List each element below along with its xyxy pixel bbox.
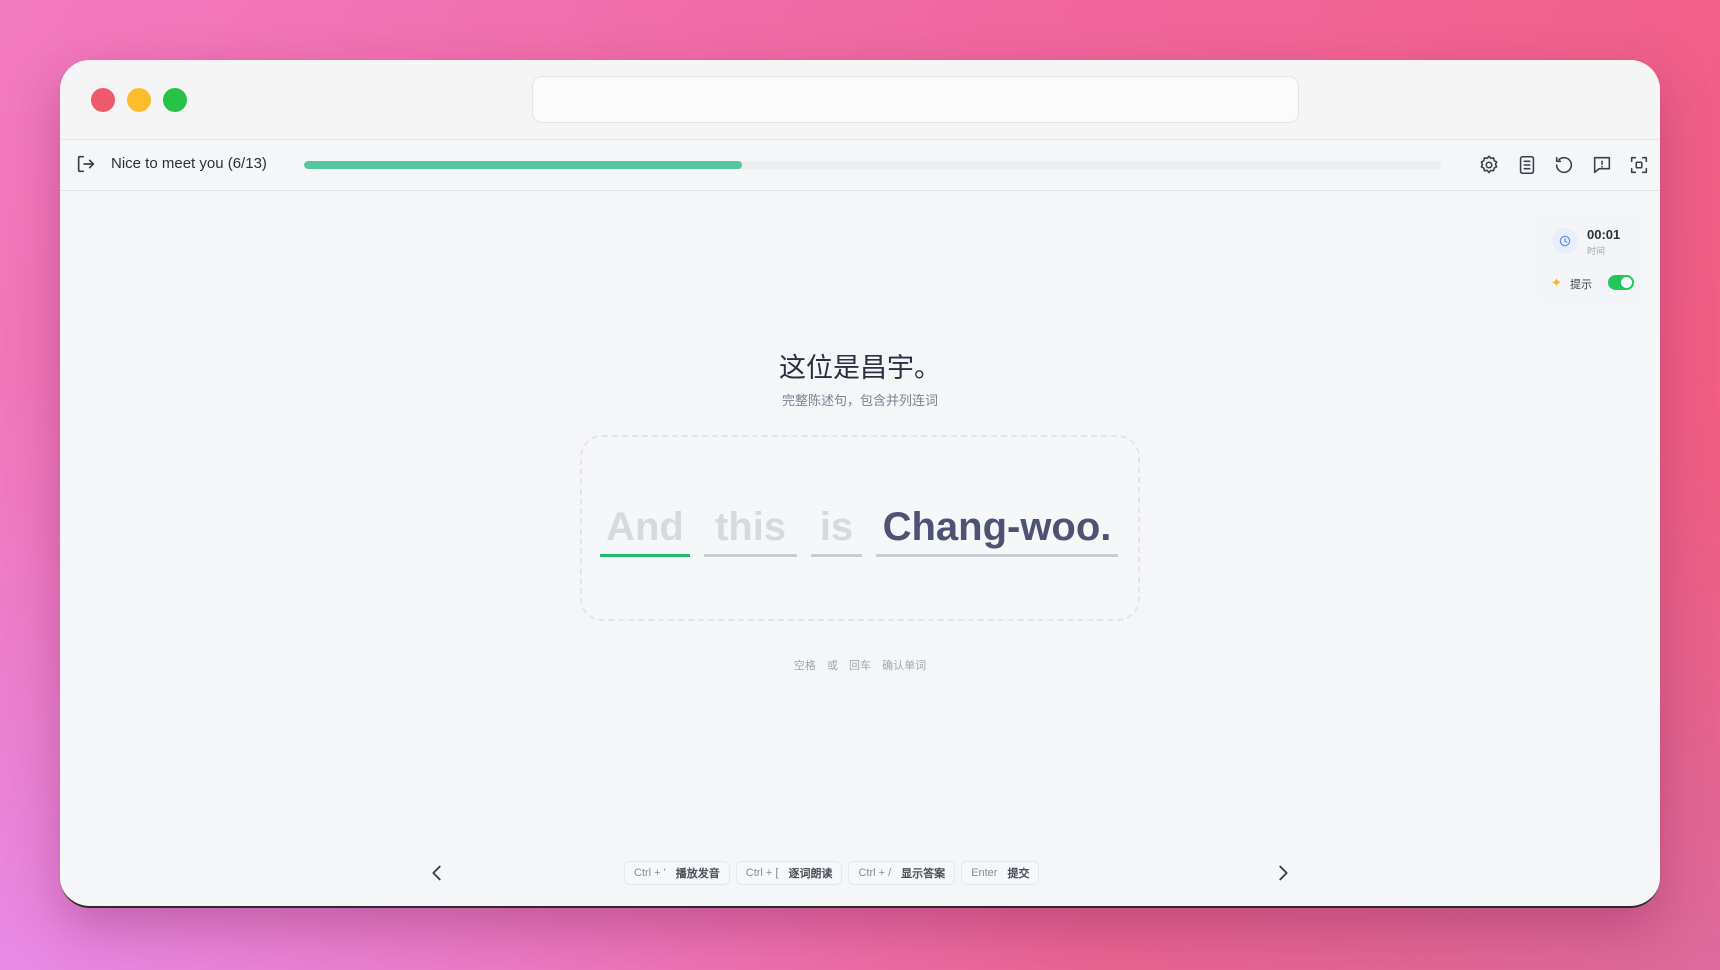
word-slot[interactable]: Chang-woo. [876, 505, 1118, 557]
fullscreen-icon[interactable] [1628, 154, 1650, 176]
sparkle-icon: ✦ [1551, 275, 1562, 290]
shortcut-action: 显示答案 [901, 868, 946, 880]
lesson-progress-bar [304, 161, 1441, 169]
shortcut-action: 提交 [1007, 868, 1030, 880]
reset-icon[interactable] [1553, 154, 1575, 176]
hint-label: 提示 [1570, 279, 1592, 291]
hint-toggle[interactable] [1608, 275, 1634, 290]
shortcut-key: Enter [971, 867, 998, 879]
shortcut-read-words[interactable]: Ctrl + [ 逐词朗读 [735, 861, 843, 885]
hint-toggle-knob [1621, 277, 1632, 288]
lesson-title: Nice to meet you (6/13) [111, 155, 267, 172]
address-bar[interactable] [532, 76, 1299, 123]
exit-icon[interactable] [75, 153, 97, 175]
shortcut-submit[interactable]: Enter 提交 [961, 861, 1040, 885]
lesson-toolbar: Nice to meet you (6/13) [60, 140, 1660, 191]
lesson-progress-fill [304, 161, 742, 169]
window-titlebar [60, 60, 1660, 140]
minimize-window-button[interactable] [127, 88, 151, 112]
settings-icon[interactable] [1478, 154, 1500, 176]
answer-area[interactable]: And this is Chang-woo. [580, 435, 1140, 621]
session-stats-panel: 00:01 时间 ✦ 提示 [1536, 211, 1646, 305]
shortcut-key: Ctrl + / [858, 867, 892, 879]
prompt-sentence: 这位是昌宇。 [779, 353, 941, 383]
word-slot[interactable]: this [704, 505, 797, 557]
app-window: Nice to meet you (6/13) 00:01 时间 ✦ 提示 这位… [60, 60, 1660, 908]
word-slot[interactable]: And [600, 505, 690, 557]
feedback-icon[interactable] [1591, 154, 1613, 176]
shortcut-show-answer[interactable]: Ctrl + / 显示答案 [848, 861, 956, 885]
previous-arrow-icon[interactable] [426, 862, 448, 884]
shortcut-bar: Ctrl + ' 播放发音 Ctrl + [ 逐词朗读 Ctrl + / 显示答… [624, 861, 1040, 885]
prompt-description: 完整陈述句，包含并列连词 [781, 393, 938, 408]
shortcut-key: Ctrl + ' [634, 867, 666, 879]
timer-label: 时间 [1587, 246, 1606, 256]
input-hint: 空格 或 回车 确认单词 [793, 660, 927, 672]
close-window-button[interactable] [91, 88, 115, 112]
next-arrow-icon[interactable] [1272, 862, 1294, 884]
maximize-window-button[interactable] [163, 88, 187, 112]
shortcut-action: 逐词朗读 [788, 868, 833, 880]
clock-icon [1552, 228, 1578, 254]
shortcut-play-audio[interactable]: Ctrl + ' 播放发音 [624, 861, 730, 885]
shortcut-key: Ctrl + [ [745, 867, 779, 879]
document-icon[interactable] [1516, 154, 1538, 176]
word-slot[interactable]: is [811, 505, 862, 557]
shortcut-action: 播放发音 [675, 868, 720, 880]
timer-value: 00:01 [1587, 227, 1621, 242]
